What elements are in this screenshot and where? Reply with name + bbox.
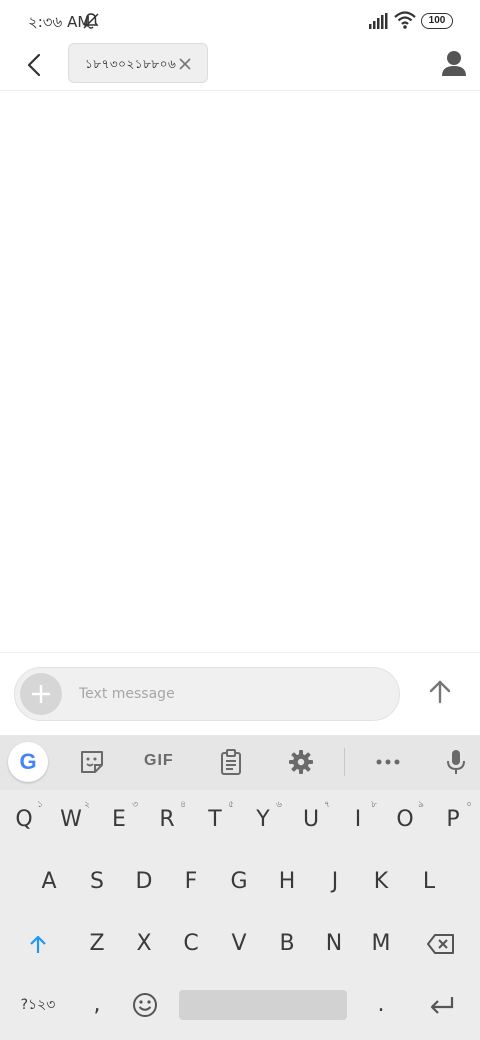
key-u[interactable]: U৭ — [290, 792, 332, 848]
toolbar-separator — [344, 748, 345, 776]
enter-key[interactable] — [420, 977, 464, 1033]
gif-button[interactable]: GIF — [144, 752, 174, 770]
key-o[interactable]: O৯ — [384, 792, 426, 848]
symbols-key[interactable]: ?১২৩ — [12, 977, 64, 1033]
recipient-chip[interactable]: ১৮৭৩০২১৮৮০৬ — [68, 43, 208, 83]
key-b[interactable]: B — [264, 916, 310, 972]
key-d[interactable]: D — [121, 854, 167, 910]
soft-keyboard: G GIF Q ১ W ২ E ৩ R ৪ T ৫ Y ৬ U ৭ I ৮ O … — [0, 735, 480, 1040]
conversation-header: ১৮৭৩০২১৮৮০৬ — [0, 40, 480, 91]
status-time: ২:৩৬ AM — [28, 13, 91, 31]
settings-gear-icon[interactable] — [287, 748, 315, 776]
key-n[interactable]: N — [311, 916, 357, 972]
more-options-icon[interactable] — [374, 748, 402, 776]
google-search-button[interactable]: G — [8, 742, 48, 782]
enter-return-icon — [430, 997, 454, 1014]
key-a[interactable]: A — [26, 854, 72, 910]
key-r[interactable]: R৪ — [146, 792, 188, 848]
space-bar[interactable] — [179, 990, 347, 1020]
clipboard-icon[interactable] — [217, 748, 245, 776]
backspace-icon — [427, 934, 454, 954]
emoji-key[interactable] — [124, 977, 166, 1033]
contact-person-icon[interactable] — [440, 48, 468, 80]
cell-signal-icon — [369, 13, 388, 29]
sticker-icon[interactable] — [78, 748, 106, 776]
backspace-key[interactable] — [414, 916, 468, 972]
period-key[interactable]: . — [360, 977, 402, 1033]
composer-divider — [0, 652, 480, 653]
text-message-input[interactable] — [79, 682, 379, 706]
key-v[interactable]: V — [216, 916, 262, 972]
comma-key[interactable]: , — [74, 977, 120, 1033]
keyboard-toolbar: G GIF — [0, 735, 480, 790]
key-c[interactable]: C — [168, 916, 214, 972]
shift-key[interactable] — [14, 916, 62, 972]
wifi-icon — [394, 11, 416, 29]
message-composer — [14, 667, 400, 721]
key-i[interactable]: I৮ — [337, 792, 379, 848]
close-icon[interactable] — [177, 56, 193, 72]
key-y[interactable]: Y৬ — [242, 792, 284, 848]
emoji-smiley-icon — [133, 993, 157, 1017]
notifications-off-icon — [83, 13, 99, 29]
key-p[interactable]: P০ — [432, 792, 474, 848]
key-k[interactable]: K — [358, 854, 404, 910]
key-x[interactable]: X — [121, 916, 167, 972]
send-arrow-icon[interactable] — [424, 676, 456, 708]
plus-icon — [32, 685, 50, 703]
key-s[interactable]: S — [74, 854, 120, 910]
back-arrow-icon[interactable] — [18, 49, 50, 81]
key-f[interactable]: F — [168, 854, 214, 910]
shift-arrow-icon — [30, 935, 46, 953]
key-t[interactable]: T৫ — [194, 792, 236, 848]
google-g-icon: G — [19, 749, 37, 774]
key-h[interactable]: H — [264, 854, 310, 910]
status-bar: ২:৩৬ AM 100 — [0, 0, 480, 40]
key-e[interactable]: E৩ — [98, 792, 140, 848]
key-j[interactable]: J — [312, 854, 358, 910]
key-w[interactable]: W২ — [50, 792, 92, 848]
key-g[interactable]: G — [216, 854, 262, 910]
key-q[interactable]: Q১ — [3, 792, 45, 848]
recipient-number: ১৮৭৩০২১৮৮০৬ — [85, 57, 177, 71]
key-l[interactable]: L — [406, 854, 452, 910]
key-z[interactable]: Z — [74, 916, 120, 972]
add-attachment-button[interactable] — [20, 673, 62, 715]
microphone-icon[interactable] — [442, 748, 470, 776]
key-m[interactable]: M — [358, 916, 404, 972]
battery-indicator: 100 — [421, 13, 453, 29]
